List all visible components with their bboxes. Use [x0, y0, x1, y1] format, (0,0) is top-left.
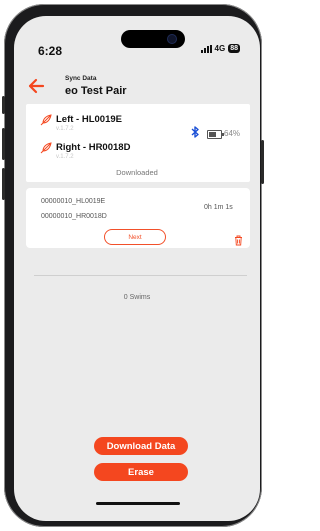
battery-level-fill: [209, 132, 217, 137]
mute-switch: [2, 96, 5, 114]
signal-icon: [200, 44, 212, 53]
sync-data-label: Sync Data: [65, 75, 97, 82]
status-indicators: 4G 88: [200, 44, 240, 53]
device-title: eo Test Pair: [65, 85, 127, 97]
session-file-left: 00000010_HL0019E: [41, 198, 106, 205]
pod-left-name: Left - HL0019E: [56, 114, 122, 125]
feather-icon: [40, 142, 52, 154]
back-arrow-icon[interactable]: [26, 76, 46, 96]
screen: 6:28 4G 88 Sync Data eo Test Pair Left -…: [14, 16, 260, 521]
volume-down-button: [2, 168, 5, 200]
status-time: 6:28: [38, 44, 63, 58]
camera-icon: [167, 34, 177, 44]
pod-right-name: Right - HR0018D: [56, 142, 131, 153]
pod-right-version: v.1.7.2: [56, 154, 74, 160]
bluetooth-icon: [191, 126, 199, 138]
network-label: 4G: [214, 44, 226, 53]
volume-up-button: [2, 128, 5, 160]
session-file-right: 00000010_HR0018D: [41, 213, 107, 220]
trash-icon[interactable]: [234, 235, 243, 246]
phone-frame: 6:28 4G 88 Sync Data eo Test Pair Left -…: [2, 4, 264, 527]
pod-left-version: v.1.7.2: [56, 126, 74, 132]
battery-icon: [207, 130, 224, 139]
swims-count: 0 Swims: [123, 294, 151, 301]
divider: [34, 275, 247, 276]
download-data-button[interactable]: Download Data: [94, 437, 188, 455]
power-button: [261, 140, 264, 184]
erase-button[interactable]: Erase: [94, 463, 188, 481]
download-status: Downloaded: [116, 168, 158, 177]
feather-icon: [40, 114, 52, 126]
home-indicator: [96, 502, 180, 505]
session-duration: 0h 1m 1s: [204, 204, 233, 211]
dynamic-island: [121, 30, 185, 48]
status-battery: 88: [228, 44, 240, 53]
battery-percent: 64%: [224, 129, 241, 138]
next-button[interactable]: Next: [104, 229, 166, 245]
